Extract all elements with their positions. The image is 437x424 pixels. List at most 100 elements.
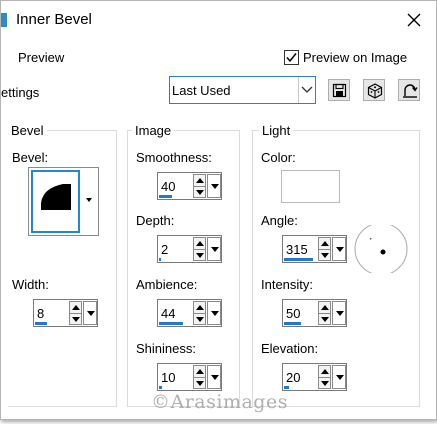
shininess-value[interactable]: 10 (161, 370, 175, 385)
updown-separator (194, 249, 205, 250)
light-color-swatch[interactable] (281, 170, 340, 203)
ambience-slider-bar (159, 322, 183, 325)
angle-updown[interactable] (318, 237, 331, 261)
angle-dial-icon (354, 222, 408, 276)
watermark: ©Arasimages (151, 391, 288, 413)
image-group-title: Image (132, 123, 175, 138)
caret-down-icon (336, 311, 344, 316)
arrow-down-icon (72, 317, 80, 322)
preview-label: Preview (18, 50, 65, 65)
light-group-title: Light (259, 123, 294, 138)
preview-on-image-label[interactable]: Preview on Image (303, 50, 407, 65)
app-icon (1, 13, 7, 27)
depth-spinner[interactable]: 2 (157, 235, 222, 263)
intensity-slider-bar (284, 322, 301, 325)
arrow-down-icon (321, 317, 329, 322)
ambience-updown[interactable] (193, 301, 206, 325)
ambience-spinner[interactable]: 44 (157, 299, 222, 327)
updown-separator (194, 313, 205, 314)
intensity-value[interactable]: 50 (286, 306, 300, 321)
updown-separator (70, 313, 81, 314)
updown-separator (194, 186, 205, 187)
angle-value[interactable]: 315 (286, 242, 308, 257)
angle-label: Angle: (261, 213, 298, 228)
depth-slider-bar (159, 258, 161, 261)
bevel-shape-swatch[interactable] (31, 170, 80, 233)
width-value[interactable]: 8 (37, 306, 44, 321)
caret-down-icon (211, 247, 219, 252)
elevation-dropdown[interactable] (332, 365, 346, 389)
depth-label: Depth: (136, 213, 175, 228)
preset-dropdown[interactable]: Last Used (169, 76, 316, 104)
arrow-up-icon (196, 369, 204, 374)
smoothness-dropdown[interactable] (207, 174, 221, 198)
shininess-dropdown[interactable] (207, 365, 221, 389)
arrow-up-icon (321, 369, 329, 374)
preview-on-image-checkbox[interactable] (284, 50, 299, 65)
intensity-label: Intensity: (261, 277, 314, 292)
ambience-dropdown[interactable] (207, 301, 221, 325)
bevel-shape-dropdown[interactable] (82, 170, 97, 233)
reset-icon (403, 84, 418, 98)
intensity-updown[interactable] (318, 301, 331, 325)
randomize-button[interactable] (363, 79, 385, 101)
close-button[interactable] (401, 8, 427, 32)
depth-value[interactable]: 2 (161, 242, 168, 257)
width-updown[interactable] (69, 301, 82, 325)
caret-down-icon (336, 247, 344, 252)
close-icon (407, 13, 421, 27)
angle-dropdown[interactable] (332, 237, 346, 261)
preset-value: Last Used (172, 83, 231, 98)
smoothness-value[interactable]: 40 (161, 179, 175, 194)
smoothness-label: Smoothness: (136, 150, 212, 165)
shininess-spinner[interactable]: 10 (157, 363, 222, 391)
depth-updown[interactable] (193, 237, 206, 261)
angle-dial[interactable] (353, 222, 409, 276)
updown-separator (319, 377, 330, 378)
depth-dropdown[interactable] (207, 237, 221, 261)
caret-down-icon (86, 198, 92, 202)
save-icon (332, 83, 347, 98)
dialog-title: Inner Bevel (16, 11, 92, 28)
elevation-slider-bar (284, 386, 289, 389)
arrow-up-icon (321, 241, 329, 246)
angle-spinner[interactable]: 315 (282, 235, 347, 263)
updown-separator (319, 249, 330, 250)
reset-button[interactable] (398, 79, 420, 101)
arrow-down-icon (196, 317, 204, 322)
checkmark-icon (286, 53, 297, 63)
width-dropdown[interactable] (83, 301, 97, 325)
shininess-slider-bar (159, 386, 162, 389)
elevation-updown[interactable] (318, 365, 331, 389)
smoothness-updown[interactable] (193, 174, 206, 198)
intensity-dropdown[interactable] (332, 301, 346, 325)
updown-separator (319, 313, 330, 314)
caret-down-icon (211, 311, 219, 316)
width-spinner[interactable]: 8 (33, 299, 98, 327)
smoothness-slider-bar (159, 195, 172, 198)
arrow-down-icon (321, 381, 329, 386)
angle-slider-bar (284, 258, 313, 261)
preset-dropdown-arrow[interactable] (298, 77, 315, 103)
elevation-spinner[interactable]: 20 (282, 363, 347, 391)
shininess-updown[interactable] (193, 365, 206, 389)
save-preset-button[interactable] (328, 79, 350, 101)
color-label: Color: (261, 150, 296, 165)
smoothness-spinner[interactable]: 40 (157, 172, 222, 200)
updown-separator (194, 377, 205, 378)
elevation-label: Elevation: (261, 341, 319, 356)
arrow-down-icon (321, 253, 329, 258)
caret-down-icon (211, 184, 219, 189)
caret-down-icon (211, 375, 219, 380)
bevel-shape-picker[interactable] (28, 167, 99, 236)
arrow-up-icon (196, 241, 204, 246)
random-icon (367, 83, 383, 99)
shininess-label: Shininess: (136, 341, 196, 356)
bevel-shape-icon (41, 184, 71, 210)
intensity-spinner[interactable]: 50 (282, 299, 347, 327)
arrow-down-icon (196, 190, 204, 195)
arrow-up-icon (196, 305, 204, 310)
ambience-value[interactable]: 44 (161, 306, 175, 321)
arrow-down-icon (196, 381, 204, 386)
elevation-value[interactable]: 20 (286, 370, 300, 385)
